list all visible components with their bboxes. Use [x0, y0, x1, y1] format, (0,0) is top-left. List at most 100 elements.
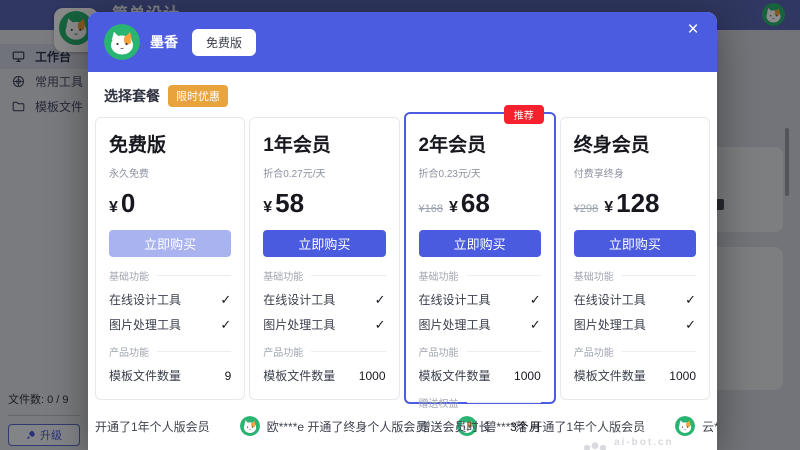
- plan-card-1: 1年会员折合0.27元/天 ¥58 立即购买基础功能在线设计工具 ✓ 图片处理工具 ✓ 产品…: [249, 117, 399, 400]
- feature-row: 图片处理工具 ✓: [263, 316, 385, 333]
- feature-row: 图片处理工具 ✓: [574, 316, 696, 333]
- check-icon: ✓: [220, 317, 231, 333]
- modal-header: 墨香 免费版 ×: [88, 12, 717, 72]
- feature-row: 模板文件数量 1000: [263, 367, 385, 384]
- currency-symbol: ¥: [449, 199, 458, 217]
- feature-label: 图片处理工具: [109, 316, 181, 333]
- feature-section-label: 产品功能: [263, 344, 385, 359]
- avatar: [104, 24, 140, 60]
- feature-label: 在线设计工具: [263, 291, 335, 308]
- price-row: ¥0: [109, 188, 231, 218]
- current-plan-badge[interactable]: 免费版: [192, 29, 256, 56]
- tab-choose-plan[interactable]: 选择套餐: [104, 86, 160, 106]
- feature-row: 在线设计工具 ✓: [263, 291, 385, 308]
- currency-symbol: ¥: [604, 199, 613, 217]
- currency-symbol: ¥: [263, 199, 272, 217]
- check-icon: ✓: [530, 292, 541, 308]
- username: 墨香: [150, 32, 178, 52]
- plan-card-3: 终身会员付费享终身 ¥298 ¥128 立即购买基础功能在线设计工具 ✓ 图片处理工具 ✓ 产…: [560, 117, 710, 400]
- price-row: ¥168 ¥68: [419, 188, 541, 218]
- price-value: 128: [616, 188, 659, 219]
- feature-value: 1000: [359, 369, 386, 383]
- buy-now-button[interactable]: 立即购买: [419, 230, 541, 257]
- feature-section-label: 产品功能: [574, 344, 696, 359]
- plan-card-0: 免费版永久免费 ¥0 立即购买基础功能在线设计工具 ✓ 图片处理工具 ✓ 产品功能模板文件数…: [95, 117, 245, 400]
- price-value: 0: [121, 188, 135, 219]
- feature-label: 在线设计工具: [109, 291, 181, 308]
- feature-row: 赠送会员时长 3个月: [419, 418, 541, 435]
- check-icon: ✓: [220, 292, 231, 308]
- plan-subtitle: 付费享终身: [574, 165, 696, 180]
- buy-now-button[interactable]: 立即购买: [263, 230, 385, 257]
- plan-subtitle: 永久免费: [109, 165, 231, 180]
- ticker-avatar: [675, 416, 695, 436]
- feature-label: 赠送会员时长: [419, 418, 491, 435]
- purchase-ticker: 开通了1年个人版会员欧****e 开通了终身个人版会员碧****落 开通了1年个…: [88, 400, 717, 436]
- ticker-text: 欧****e 开通了终身个人版会员: [267, 418, 428, 435]
- feature-row: 图片处理工具 ✓: [109, 316, 231, 333]
- plan-cards: 免费版永久免费 ¥0 立即购买基础功能在线设计工具 ✓ 图片处理工具 ✓ 产品功能模板文件数…: [88, 107, 717, 400]
- feature-row: 模板文件数量1000: [574, 367, 696, 384]
- feature-value: 1000: [669, 369, 696, 383]
- feature-section-label: 基础功能: [574, 268, 696, 283]
- check-icon: ✓: [375, 317, 386, 333]
- price-row: ¥298 ¥128: [574, 188, 696, 218]
- check-icon: ✓: [685, 292, 696, 308]
- feature-label: 模板文件数量: [263, 367, 335, 384]
- feature-section-label: 基础功能: [419, 268, 541, 283]
- plan-name: 终身会员: [574, 130, 696, 157]
- check-icon: ✓: [375, 292, 386, 308]
- pricing-modal: 墨香 免费版 × 选择套餐 限时优惠 免费版永久免费 ¥0 立即购买基础功能在线设计…: [88, 12, 717, 450]
- recommend-badge: 推荐: [504, 105, 544, 124]
- ticker-item-1: 欧****e 开通了终身个人版会员: [240, 416, 428, 436]
- feature-label: 图片处理工具: [263, 316, 335, 333]
- feature-section-label: 赠送权益: [419, 395, 541, 410]
- promo-badge: 限时优惠: [168, 85, 228, 107]
- currency-symbol: ¥: [109, 199, 118, 217]
- check-icon: ✓: [530, 317, 541, 333]
- feature-section-label: 产品功能: [419, 344, 541, 359]
- check-icon: ✓: [685, 317, 696, 333]
- original-price: ¥298: [574, 203, 598, 215]
- feature-label: 在线设计工具: [419, 291, 491, 308]
- feature-label: 图片处理工具: [574, 316, 646, 333]
- feature-value: 9: [225, 369, 232, 383]
- feature-label: 在线设计工具: [574, 291, 646, 308]
- feature-label: 模板文件数量: [419, 367, 491, 384]
- feature-label: 模板文件数量: [109, 367, 181, 384]
- feature-row: 模板文件数量 9: [109, 367, 231, 384]
- feature-value: 1000: [514, 369, 541, 383]
- close-icon[interactable]: ×: [681, 18, 705, 42]
- ticker-item-3: 云****轻 开通: [675, 416, 717, 436]
- price-value: 58: [275, 188, 304, 219]
- feature-row: 在线设计工具 ✓: [574, 291, 696, 308]
- plan-name: 免费版: [109, 130, 231, 157]
- feature-row: 在线设计工具 ✓: [419, 291, 541, 308]
- price-value: 68: [461, 188, 490, 219]
- plan-card-2: 推荐2年会员折合0.23元/天¥168¥68立即购买基础功能在线设计工具✓图片处…: [404, 112, 556, 404]
- plan-name: 2年会员: [419, 130, 541, 157]
- feature-label: 图片处理工具: [419, 316, 491, 333]
- feature-section-label: 产品功能: [109, 344, 231, 359]
- watermark: ai-bot.cn AI工具集: [582, 437, 679, 450]
- feature-section-label: 基础功能: [109, 268, 231, 283]
- plan-name: 1年会员: [263, 130, 385, 157]
- ticker-avatar: [240, 416, 260, 436]
- feature-value: 3个月: [510, 418, 541, 435]
- ticker-item-0: 开通了1年个人版会员: [95, 418, 210, 435]
- watermark-line1: ai-bot.cn: [614, 437, 679, 448]
- ticker-text: 开通了1年个人版会员: [95, 418, 210, 435]
- price-row: ¥58: [263, 188, 385, 218]
- ticker-text: 云****轻 开通: [702, 418, 717, 435]
- paw-logo-icon: [582, 442, 608, 450]
- buy-now-button[interactable]: 立即购买: [574, 230, 696, 257]
- plan-subtitle: 折合0.27元/天: [263, 165, 385, 180]
- buy-now-button[interactable]: 立即购买: [109, 230, 231, 257]
- feature-row: 模板文件数量 1000: [419, 367, 541, 384]
- screen: 简单设计 工作台常用工具模板文件 文件数: 0 / 9 升级: [0, 0, 800, 450]
- feature-section-label: 基础功能: [263, 268, 385, 283]
- tabs-row: 选择套餐 限时优惠: [88, 72, 717, 107]
- plan-subtitle: 折合0.23元/天: [419, 165, 541, 180]
- original-price: ¥168: [419, 203, 443, 215]
- feature-row: 图片处理工具 ✓: [419, 316, 541, 333]
